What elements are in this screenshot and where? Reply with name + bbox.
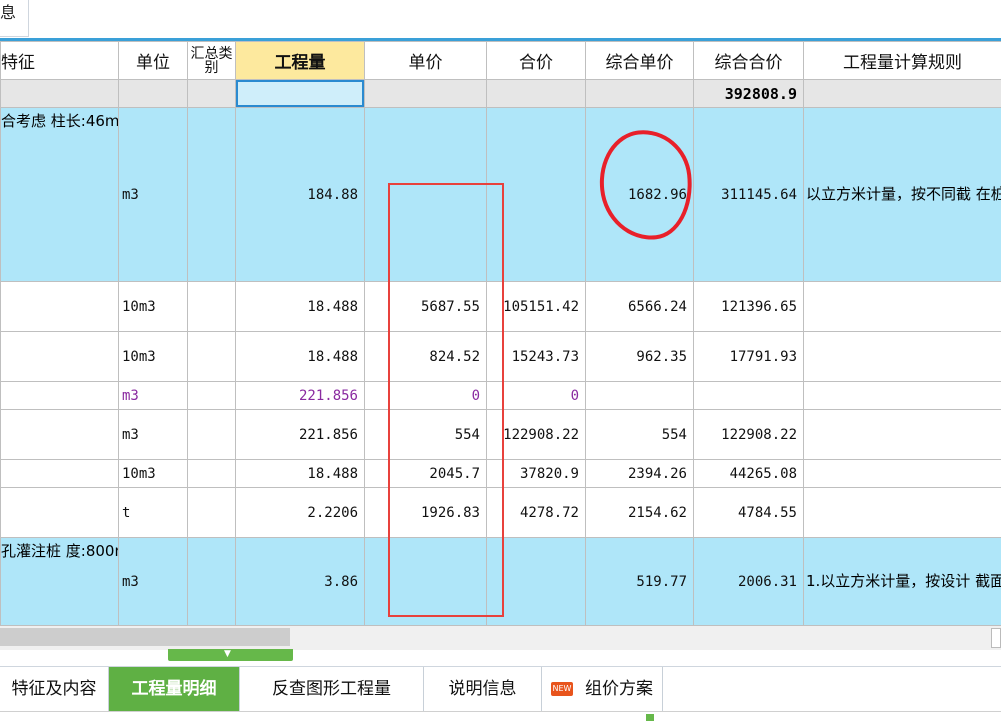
calc-rule-cell[interactable] — [804, 282, 1001, 332]
new-badge-icon: NEW — [551, 682, 573, 696]
comp-unit-price-cell[interactable]: 554 — [586, 410, 694, 460]
comp-unit-price-cell[interactable] — [586, 382, 694, 410]
summary-row[interactable]: 392808.9 — [1, 80, 1001, 108]
tab-pricing-scheme[interactable]: NEW 组价方案 — [542, 667, 663, 712]
col-header-comp-unit-price[interactable]: 综合单价 — [586, 42, 694, 80]
comp-unit-price-cell[interactable]: 2394.26 — [586, 460, 694, 488]
feature-cell[interactable] — [1, 282, 119, 332]
tab-pricing-scheme-label: 组价方案 — [585, 679, 653, 699]
feature-cell[interactable]: 孔灌注桩 度:800mm C35 有钢筋 — [1, 538, 119, 626]
quantity-cell[interactable]: 2.2206 — [236, 488, 365, 538]
comp-unit-price-cell[interactable]: 2154.62 — [586, 488, 694, 538]
sum-category-cell[interactable] — [188, 282, 236, 332]
summary-cell — [188, 80, 236, 108]
quantity-cell[interactable]: 184.88 — [236, 108, 365, 282]
tab-reverse-lookup[interactable]: 反查图形工程量 — [240, 667, 424, 712]
comp-total-price-cell[interactable]: 17791.93 — [694, 332, 804, 382]
quantity-cell[interactable]: 18.488 — [236, 460, 365, 488]
feature-cell[interactable] — [1, 488, 119, 538]
sum-category-cell[interactable] — [188, 382, 236, 410]
comp-unit-price-cell[interactable]: 519.77 — [586, 538, 694, 626]
tab-description[interactable]: 说明信息 — [424, 667, 542, 712]
lower-panel-edge — [0, 711, 1001, 722]
comp-total-price-cell[interactable]: 122908.22 — [694, 410, 804, 460]
summary-cell — [487, 80, 586, 108]
sum-category-cell[interactable] — [188, 488, 236, 538]
col-header-sum-category[interactable]: 汇总类别 — [188, 42, 236, 80]
annotation-rectangle — [388, 183, 504, 617]
col-header-total-price[interactable]: 合价 — [487, 42, 586, 80]
sum-category-cell[interactable] — [188, 460, 236, 488]
summary-cell — [804, 80, 1001, 108]
comp-unit-price-cell[interactable]: 6566.24 — [586, 282, 694, 332]
summary-cell — [1, 80, 119, 108]
unit-cell[interactable]: 10m3 — [119, 332, 188, 382]
feature-cell[interactable] — [1, 410, 119, 460]
unit-cell[interactable]: m3 — [119, 382, 188, 410]
calc-rule-cell[interactable]: 以立方米计量，按不同截 在桩上范围内以体积计算 — [804, 108, 1001, 282]
sum-category-cell[interactable] — [188, 108, 236, 282]
calc-rule-cell[interactable] — [804, 410, 1001, 460]
info-tab[interactable]: 息 — [0, 0, 29, 37]
col-header-unit[interactable]: 单位 — [119, 42, 188, 80]
col-header-quantity[interactable]: 工程量 — [236, 42, 365, 80]
lower-panel-marker — [646, 714, 654, 721]
calc-rule-cell[interactable] — [804, 382, 1001, 410]
feature-cell[interactable]: 合考虑 柱长:46m 孔 长度:2m长钢护 强度等级:C35 — [1, 108, 119, 282]
comp-total-price-cell[interactable]: 44265.08 — [694, 460, 804, 488]
summary-cell — [586, 80, 694, 108]
calc-rule-cell[interactable] — [804, 332, 1001, 382]
quantity-cell[interactable]: 18.488 — [236, 332, 365, 382]
col-header-comp-total-price[interactable]: 综合合价 — [694, 42, 804, 80]
quantity-cell[interactable]: 18.488 — [236, 282, 365, 332]
col-header-calc-rule[interactable]: 工程量计算规则 — [804, 42, 1001, 80]
scrollbar-end-button[interactable] — [991, 628, 1001, 648]
comp-total-price-cell[interactable]: 121396.65 — [694, 282, 804, 332]
table-header-row: 特征 单位 汇总类别 工程量 单价 合价 综合单价 综合合价 工程量计算规则 — [1, 42, 1001, 80]
sum-category-cell[interactable] — [188, 332, 236, 382]
calc-rule-cell[interactable] — [804, 488, 1001, 538]
feature-cell[interactable] — [1, 382, 119, 410]
selected-quantity-cell[interactable] — [236, 80, 365, 108]
comp-total-price-cell[interactable]: 4784.55 — [694, 488, 804, 538]
tab-features-content[interactable]: 特征及内容 — [0, 667, 109, 712]
quantity-cell[interactable]: 3.86 — [236, 538, 365, 626]
summary-cell — [119, 80, 188, 108]
col-header-feature[interactable]: 特征 — [1, 42, 119, 80]
unit-cell[interactable]: m3 — [119, 410, 188, 460]
chevron-down-icon: ▼ — [224, 649, 231, 659]
summary-cell — [365, 80, 487, 108]
col-header-unit-price[interactable]: 单价 — [365, 42, 487, 80]
bottom-tab-bar: 特征及内容 工程量明细 反查图形工程量 说明信息 NEW 组价方案 — [0, 666, 1001, 712]
quantity-cell[interactable]: 221.856 — [236, 382, 365, 410]
summary-total: 392808.9 — [694, 80, 804, 108]
unit-cell[interactable]: t — [119, 488, 188, 538]
unit-cell[interactable]: m3 — [119, 108, 188, 282]
calc-rule-cell[interactable] — [804, 460, 1001, 488]
sum-category-cell[interactable] — [188, 410, 236, 460]
comp-total-price-cell[interactable]: 311145.64 — [694, 108, 804, 282]
feature-cell[interactable] — [1, 332, 119, 382]
unit-cell[interactable]: 10m3 — [119, 282, 188, 332]
top-tab-strip: 息 — [0, 0, 1001, 38]
comp-total-price-cell[interactable] — [694, 382, 804, 410]
comp-total-price-cell[interactable]: 2006.31 — [694, 538, 804, 626]
unit-cell[interactable]: m3 — [119, 538, 188, 626]
horizontal-scrollbar[interactable] — [0, 626, 1001, 650]
calc-rule-cell[interactable]: 1.以立方米计量，按设计 截面乘以桩头长度以体积 算；2.以根计量，按设计 示数… — [804, 538, 1001, 626]
feature-cell[interactable] — [1, 460, 119, 488]
quantity-cell[interactable]: 221.856 — [236, 410, 365, 460]
tab-quantity-detail[interactable]: 工程量明细 — [109, 667, 240, 712]
sum-category-cell[interactable] — [188, 538, 236, 626]
comp-unit-price-cell[interactable]: 962.35 — [586, 332, 694, 382]
scrollbar-thumb[interactable] — [0, 628, 290, 646]
unit-cell[interactable]: 10m3 — [119, 460, 188, 488]
